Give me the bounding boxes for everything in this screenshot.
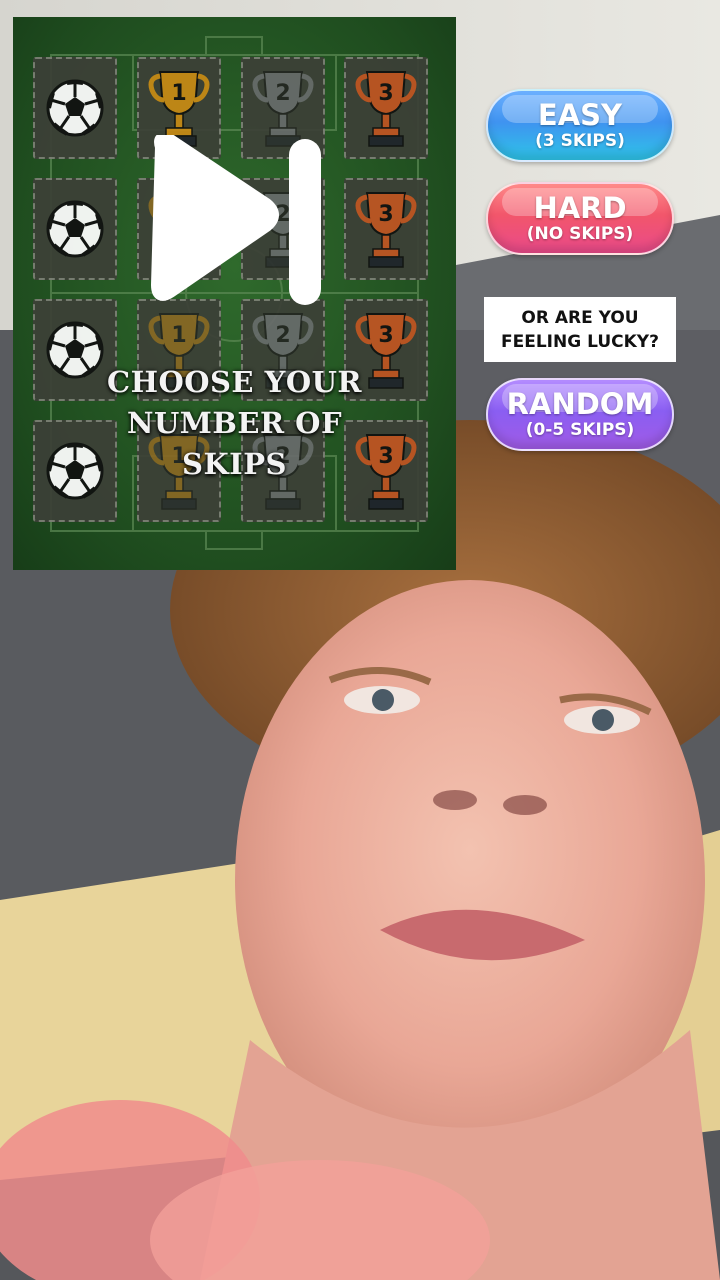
feeling-lucky-prompt: OR ARE YOU FEELING LUCKY?: [484, 297, 676, 362]
random-sub-label: (0-5 SKIPS): [525, 420, 635, 440]
board-title-line-2: NUMBER OF: [126, 406, 343, 440]
board-title: CHOOSE YOUR NUMBER OF SKIPS: [13, 362, 456, 485]
lucky-line-2: FEELING LUCKY?: [501, 331, 659, 352]
trophy-icon: 3: [344, 178, 428, 280]
soccer-ball-icon: [33, 178, 117, 280]
svg-text:3: 3: [378, 202, 393, 227]
hard-button[interactable]: HARD (NO SKIPS): [486, 182, 674, 255]
hard-label: HARD: [533, 191, 627, 225]
easy-sub-label: (3 SKIPS): [535, 131, 625, 151]
easy-button[interactable]: EASY (3 SKIPS): [486, 89, 674, 162]
svg-text:3: 3: [378, 81, 393, 106]
trophy-icon: 3: [344, 57, 428, 159]
board-title-line-1: CHOOSE YOUR: [106, 365, 362, 399]
easy-label: EASY: [537, 98, 623, 132]
svg-text:3: 3: [378, 323, 393, 348]
svg-text:1: 1: [171, 323, 186, 348]
soccer-ball-icon: [33, 57, 117, 159]
board-title-line-3: SKIPS: [182, 447, 287, 481]
play-skip-icon: [151, 135, 321, 305]
svg-text:1: 1: [171, 81, 186, 106]
random-button[interactable]: RANDOM (0-5 SKIPS): [486, 378, 674, 451]
skip-selection-board: 123123123123 CHOOSE YOUR NUMBER OF SKIPS: [13, 17, 456, 570]
svg-text:2: 2: [275, 81, 290, 106]
hard-sub-label: (NO SKIPS): [526, 224, 634, 244]
lucky-line-1: OR ARE YOU: [521, 307, 639, 328]
svg-text:2: 2: [275, 323, 290, 348]
random-label: RANDOM: [506, 387, 654, 421]
